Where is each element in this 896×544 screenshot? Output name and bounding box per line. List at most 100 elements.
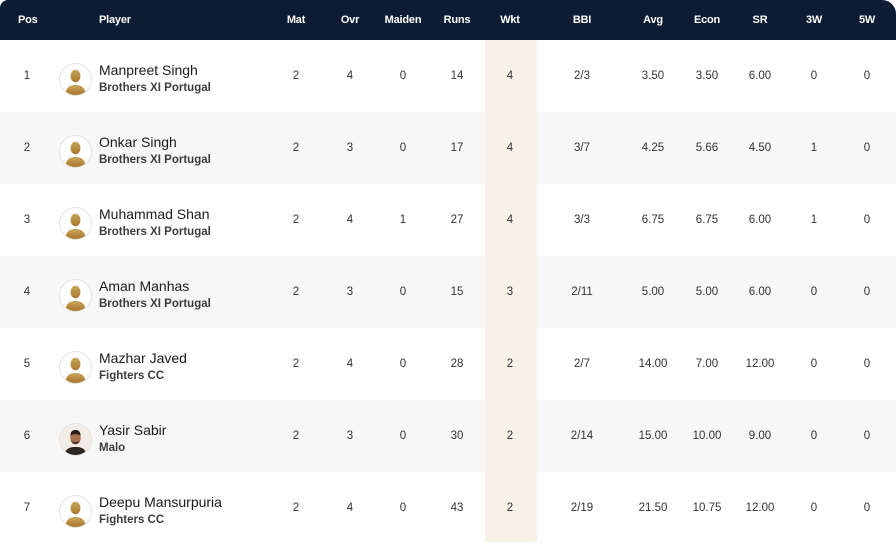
table-row[interactable]: 4 Aman Manhas Brothers XI Portugal 2 3 0… [0,256,896,328]
runs-cell: 28 [450,358,464,370]
player-avatar [59,351,92,384]
ovr-cell: 3 [346,286,354,298]
bbi-cell: 2/19 [570,502,594,514]
wkt-cell: 3 [506,286,514,298]
5w-cell: 0 [863,430,871,442]
col-header-3w[interactable]: 3W [806,0,822,40]
econ-cell: 5.00 [695,286,719,298]
player-avatar [59,63,92,96]
runs-cell: 17 [450,142,464,154]
bbi-cell: 2/11 [571,286,593,298]
player-avatar [59,423,92,456]
col-header-5w[interactable]: 5W [859,0,875,40]
pos-cell: 2 [23,142,31,154]
avg-cell: 6.75 [641,214,665,226]
mat-cell: 2 [292,214,300,226]
table-header: Pos Player Mat Ovr Maiden Runs Wkt BBI A… [0,0,896,40]
runs-cell: 30 [450,430,464,442]
col-header-bbi[interactable]: BBI [573,0,592,40]
avg-cell: 5.00 [641,286,665,298]
col-header-runs[interactable]: Runs [444,0,471,40]
player-avatar [59,495,92,528]
sr-cell: 6.00 [748,214,772,226]
runs-cell: 15 [450,286,464,298]
mat-cell: 2 [292,430,300,442]
pos-cell: 1 [23,70,31,82]
person-silhouette-icon [65,141,86,167]
player-name[interactable]: Mazhar Javed [99,350,187,366]
person-silhouette-icon [65,501,86,527]
pos-cell: 6 [23,430,31,442]
col-header-mat[interactable]: Mat [287,0,306,40]
econ-cell: 7.00 [695,358,719,370]
table-row[interactable]: 6 Yasir Sabir Malo 2 3 0 30 2 2/14 15.00… [0,400,896,472]
pos-cell: 5 [23,358,31,370]
person-silhouette-icon [65,357,86,383]
wkt-cell: 4 [506,70,514,82]
sr-cell: 12.00 [745,358,775,370]
runs-cell: 14 [450,70,464,82]
5w-cell: 0 [863,142,871,154]
player-team: Brothers XI Portugal [99,226,211,238]
avg-cell: 14.00 [638,358,668,370]
player-name[interactable]: Muhammad Shan [99,206,210,222]
maiden-cell: 0 [399,70,407,82]
sr-cell: 6.00 [748,286,772,298]
table-row[interactable]: 1 Manpreet Singh Brothers XI Portugal 2 … [0,40,896,112]
econ-cell: 3.50 [695,70,719,82]
table-row[interactable]: 5 Mazhar Javed Fighters CC 2 4 0 28 2 2/… [0,328,896,400]
sr-cell: 4.50 [748,142,772,154]
table-row[interactable]: 7 Deepu Mansurpuria Fighters CC 2 4 0 43… [0,472,896,544]
table-row[interactable]: 3 Muhammad Shan Brothers XI Portugal 2 4… [0,184,896,256]
5w-cell: 0 [863,358,871,370]
bbi-cell: 2/7 [574,358,590,370]
5w-cell: 0 [863,286,871,298]
5w-cell: 0 [863,70,871,82]
pos-cell: 3 [23,214,31,226]
3w-cell: 0 [810,70,818,82]
wkt-cell: 2 [506,358,514,370]
maiden-cell: 0 [399,286,407,298]
col-header-maiden[interactable]: Maiden [385,0,422,40]
player-name[interactable]: Manpreet Singh [99,62,198,78]
mat-cell: 2 [292,70,300,82]
person-silhouette-icon [65,213,86,239]
col-header-wkt[interactable]: Wkt [500,0,520,40]
col-header-ovr[interactable]: Ovr [341,0,360,40]
col-header-pos[interactable]: Pos [18,0,38,40]
player-name[interactable]: Aman Manhas [99,278,189,294]
table-row[interactable]: 2 Onkar Singh Brothers XI Portugal 2 3 0… [0,112,896,184]
3w-cell: 1 [810,142,818,154]
ovr-cell: 4 [346,214,354,226]
bbi-cell: 3/7 [574,142,590,154]
econ-cell: 6.75 [695,214,719,226]
col-header-sr[interactable]: SR [753,0,768,40]
avg-cell: 3.50 [641,70,665,82]
player-team: Brothers XI Portugal [99,82,211,94]
bbi-cell: 2/3 [574,70,590,82]
player-avatar [59,207,92,240]
player-name[interactable]: Yasir Sabir [99,422,166,438]
maiden-cell: 0 [399,142,407,154]
maiden-cell: 0 [399,358,407,370]
5w-cell: 0 [863,214,871,226]
pos-cell: 7 [23,502,31,514]
runs-cell: 27 [450,214,464,226]
sr-cell: 6.00 [748,70,772,82]
sr-cell: 12.00 [745,502,775,514]
econ-cell: 10.00 [692,430,722,442]
col-header-econ[interactable]: Econ [694,0,720,40]
player-team: Brothers XI Portugal [99,154,211,166]
player-name[interactable]: Deepu Mansurpuria [99,494,222,510]
ovr-cell: 4 [346,502,354,514]
col-header-avg[interactable]: Avg [643,0,663,40]
3w-cell: 1 [810,214,818,226]
avg-cell: 15.00 [638,430,668,442]
col-header-player[interactable]: Player [99,0,131,40]
player-name[interactable]: Onkar Singh [99,134,177,150]
maiden-cell: 1 [399,214,407,226]
5w-cell: 0 [863,502,871,514]
player-team: Fighters CC [99,514,165,526]
econ-cell: 10.75 [692,502,722,514]
player-team: Fighters CC [99,370,165,382]
